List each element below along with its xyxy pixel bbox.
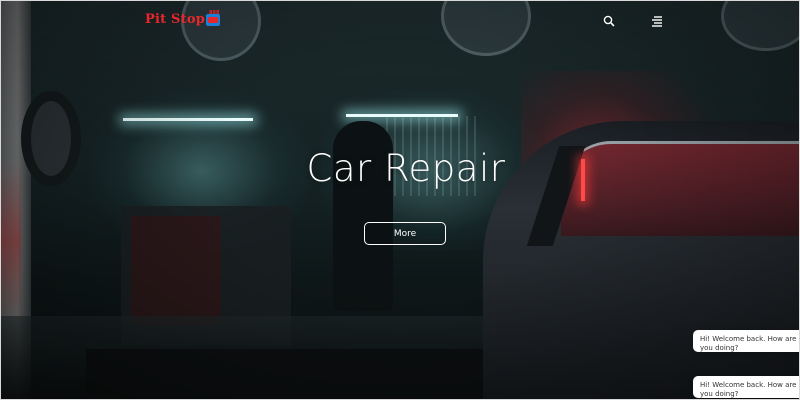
chat-message-text: Hi! Welcome back. How are you doing? (700, 335, 797, 352)
page-frame: Pit Stop 888 Car Repair More Hi! Welcome… (0, 0, 800, 400)
more-button[interactable]: More (364, 222, 446, 245)
hero-title: Car Repair (306, 147, 506, 190)
site-logo[interactable]: Pit Stop 888 (145, 10, 220, 27)
search-icon (603, 15, 615, 27)
logo-badge-text: 888 (209, 10, 220, 16)
chat-message-text: Hi! Welcome back. How are you doing? (700, 381, 797, 398)
hamburger-menu-icon (652, 16, 662, 27)
chat-welcome-bubble[interactable]: Hi! Welcome back. How are you doing? (693, 376, 799, 398)
search-button[interactable] (602, 13, 616, 27)
logo-badge-icon: 888 (206, 10, 220, 26)
chat-welcome-bubble[interactable]: Hi! Welcome back. How are you doing? (693, 330, 799, 352)
logo-text: Pit Stop (145, 12, 205, 27)
hero-vignette (1, 1, 799, 399)
hero-background-image (1, 1, 799, 399)
menu-button[interactable] (650, 13, 664, 27)
logo-text-label: Pit Stop (145, 12, 205, 27)
